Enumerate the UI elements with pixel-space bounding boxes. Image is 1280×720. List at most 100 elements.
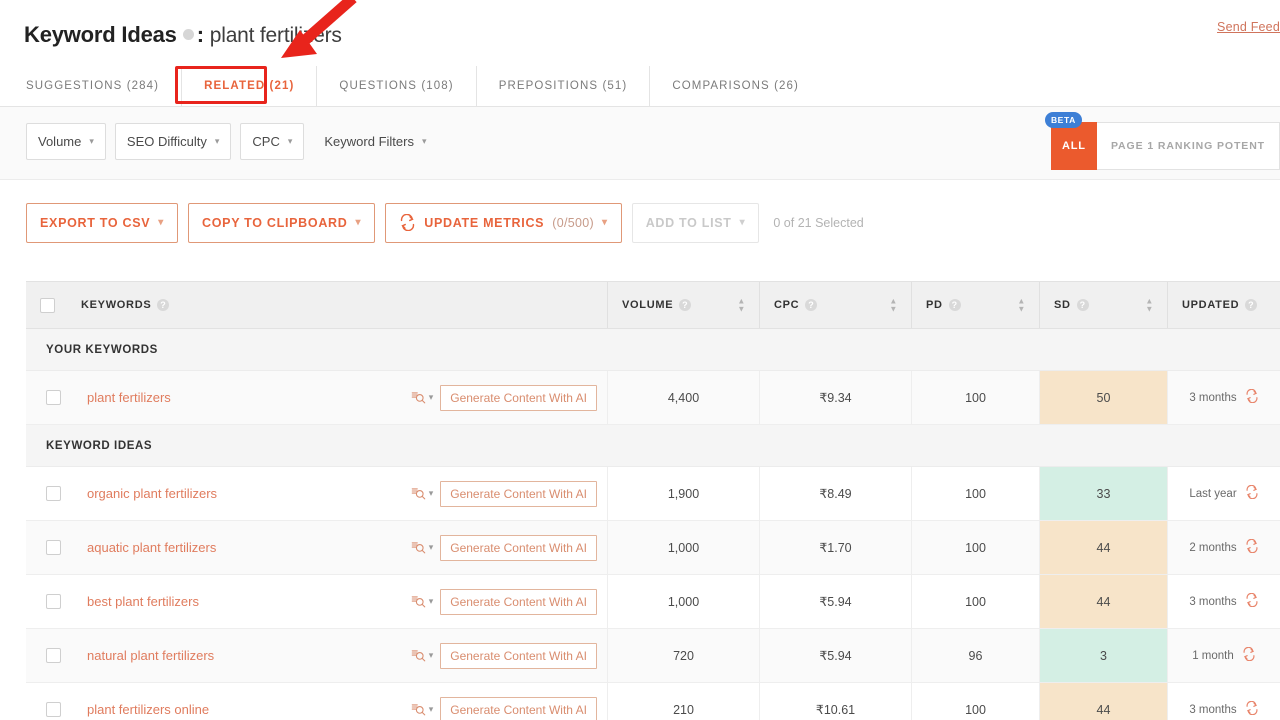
sort-toggle-cpc[interactable]: ▲▼ [889,299,898,312]
column-header-sd[interactable]: SD ? ▲▼ [1040,282,1168,328]
select-all-checkbox[interactable] [40,298,55,313]
row-checkbox-wrap[interactable] [46,648,87,663]
refresh-icon[interactable] [1245,485,1259,502]
column-header-pd-label: PD [926,299,943,311]
row-checkbox-wrap[interactable] [46,486,87,501]
keyword-row-actions: ▾ Generate Content With AI [411,589,607,615]
column-header-keywords[interactable]: KEYWORDS ? [26,282,608,328]
row-checkbox[interactable] [46,648,61,663]
generate-content-button[interactable]: Generate Content With AI [440,481,597,507]
generate-content-button[interactable]: Generate Content With AI [440,697,597,720]
filter-seo-difficulty-label: SEO Difficulty [127,134,207,149]
filter-seo-difficulty[interactable]: SEO Difficulty ▾ [115,123,231,160]
help-icon[interactable]: ? [1077,299,1089,311]
help-icon[interactable]: ? [679,299,691,311]
info-icon[interactable] [183,29,194,40]
select-all-checkbox-wrap[interactable] [40,298,81,313]
refresh-icon[interactable] [1245,389,1259,406]
row-checkbox-wrap[interactable] [46,702,87,717]
help-icon[interactable]: ? [1245,299,1257,311]
sort-toggle-sd[interactable]: ▲▼ [1145,299,1154,312]
row-checkbox-wrap[interactable] [46,594,87,609]
refresh-icon[interactable] [1245,701,1259,718]
selected-count-text: 0 of 21 Selected [773,216,863,230]
cell-cpc: ₹1.70 [760,521,912,574]
column-header-updated[interactable]: UPDATED ? [1168,282,1280,328]
column-header-cpc-label: CPC [774,299,799,311]
table-row[interactable]: plant fertilizers ▾ Generate Content With … [26,371,1280,425]
row-checkbox-wrap[interactable] [46,390,87,405]
row-checkbox[interactable] [46,486,61,501]
generate-content-button[interactable]: Generate Content With AI [440,535,597,561]
table-row[interactable]: organic plant fertilizers ▾ Generate Conte… [26,467,1280,521]
cell-keyword: organic plant fertilizers ▾ Generate Conte… [26,467,608,520]
cell-keyword: plant fertilizers ▾ Generate Content With … [26,371,608,424]
serp-analysis-icon[interactable]: ▾ [411,540,434,555]
keyword-row-actions: ▾ Generate Content With AI [411,481,607,507]
serp-analysis-icon[interactable]: ▾ [411,594,434,609]
table-row[interactable]: best plant fertilizers ▾ Generate Content … [26,575,1280,629]
generate-content-button[interactable]: Generate Content With AI [440,643,597,669]
table-row[interactable]: aquatic plant fertilizers ▾ Generate Conte… [26,521,1280,575]
row-checkbox[interactable] [46,702,61,717]
keyword-link[interactable]: natural plant fertilizers [87,648,214,663]
updated-text: 2 months [1189,542,1236,554]
segment-all-button[interactable]: ALL [1051,122,1097,170]
serp-analysis-icon[interactable]: ▾ [411,702,434,717]
serp-analysis-icon[interactable]: ▾ [411,486,434,501]
refresh-icon[interactable] [1245,539,1259,556]
serp-analysis-icon[interactable]: ▾ [411,390,434,405]
keyword-ideas-page: Keyword Ideas: plant fertilizers Send Fe… [0,0,1280,720]
row-checkbox[interactable] [46,594,61,609]
keyword-link[interactable]: best plant fertilizers [87,594,199,609]
generate-content-button[interactable]: Generate Content With AI [440,589,597,615]
refresh-icon[interactable] [1242,647,1256,664]
copy-to-clipboard-button[interactable]: COPY TO CLIPBOARD ▾ [188,203,375,243]
tab-suggestions[interactable]: SUGGESTIONS (284) [0,66,182,107]
keyword-row-actions: ▾ Generate Content With AI [411,535,607,561]
cell-updated: 3 months [1168,683,1280,720]
send-feedback-link[interactable]: Send Feed [1217,20,1280,34]
keyword-link[interactable]: plant fertilizers [87,390,171,405]
help-icon[interactable]: ? [157,299,169,311]
cell-updated: Last year [1168,467,1280,520]
serp-analysis-icon[interactable]: ▾ [411,648,434,663]
column-header-volume[interactable]: VOLUME ? ▲▼ [608,282,760,328]
cell-pd: 100 [912,575,1040,628]
cell-cpc: ₹8.49 [760,467,912,520]
cell-sd: 50 [1040,371,1168,424]
update-metrics-label: UPDATE METRICS [424,216,544,230]
row-checkbox[interactable] [46,540,61,555]
sort-toggle-volume[interactable]: ▲▼ [737,299,746,312]
cell-cpc: ₹9.34 [760,371,912,424]
table-row[interactable]: plant fertilizers online ▾ Generate Conten… [26,683,1280,720]
tab-prepositions[interactable]: PREPOSITIONS (51) [477,66,651,107]
filter-volume[interactable]: Volume ▾ [26,123,106,160]
tab-questions[interactable]: QUESTIONS (108) [317,66,476,107]
cell-volume: 1,000 [608,521,760,574]
page-title-text: Keyword Ideas [24,22,177,47]
generate-content-button[interactable]: Generate Content With AI [440,385,597,411]
cell-volume: 720 [608,629,760,682]
tab-related[interactable]: RELATED (21) [182,66,317,107]
filter-keyword-filters[interactable]: Keyword Filters ▾ [313,123,437,160]
table-row[interactable]: natural plant fertilizers ▾ Generate Conte… [26,629,1280,683]
update-metrics-button[interactable]: UPDATE METRICS (0/500) ▾ [385,203,621,243]
filter-cpc[interactable]: CPC ▾ [240,123,304,160]
help-icon[interactable]: ? [805,299,817,311]
row-checkbox-wrap[interactable] [46,540,87,555]
segment-page1-ranking-button[interactable]: PAGE 1 RANKING POTENT [1097,122,1280,170]
export-to-csv-button[interactable]: EXPORT TO CSV ▾ [26,203,178,243]
add-to-list-button[interactable]: ADD TO LIST ▾ [632,203,760,243]
row-checkbox[interactable] [46,390,61,405]
tab-comparisons[interactable]: COMPARISONS (26) [650,66,821,107]
keyword-link[interactable]: organic plant fertilizers [87,486,217,501]
refresh-icon[interactable] [1245,593,1259,610]
keyword-link[interactable]: aquatic plant fertilizers [87,540,216,555]
column-header-pd[interactable]: PD ? ▲▼ [912,282,1040,328]
help-icon[interactable]: ? [949,299,961,311]
refresh-icon [399,214,416,231]
sort-toggle-pd[interactable]: ▲▼ [1017,299,1026,312]
column-header-cpc[interactable]: CPC ? ▲▼ [760,282,912,328]
keyword-link[interactable]: plant fertilizers online [87,702,209,717]
